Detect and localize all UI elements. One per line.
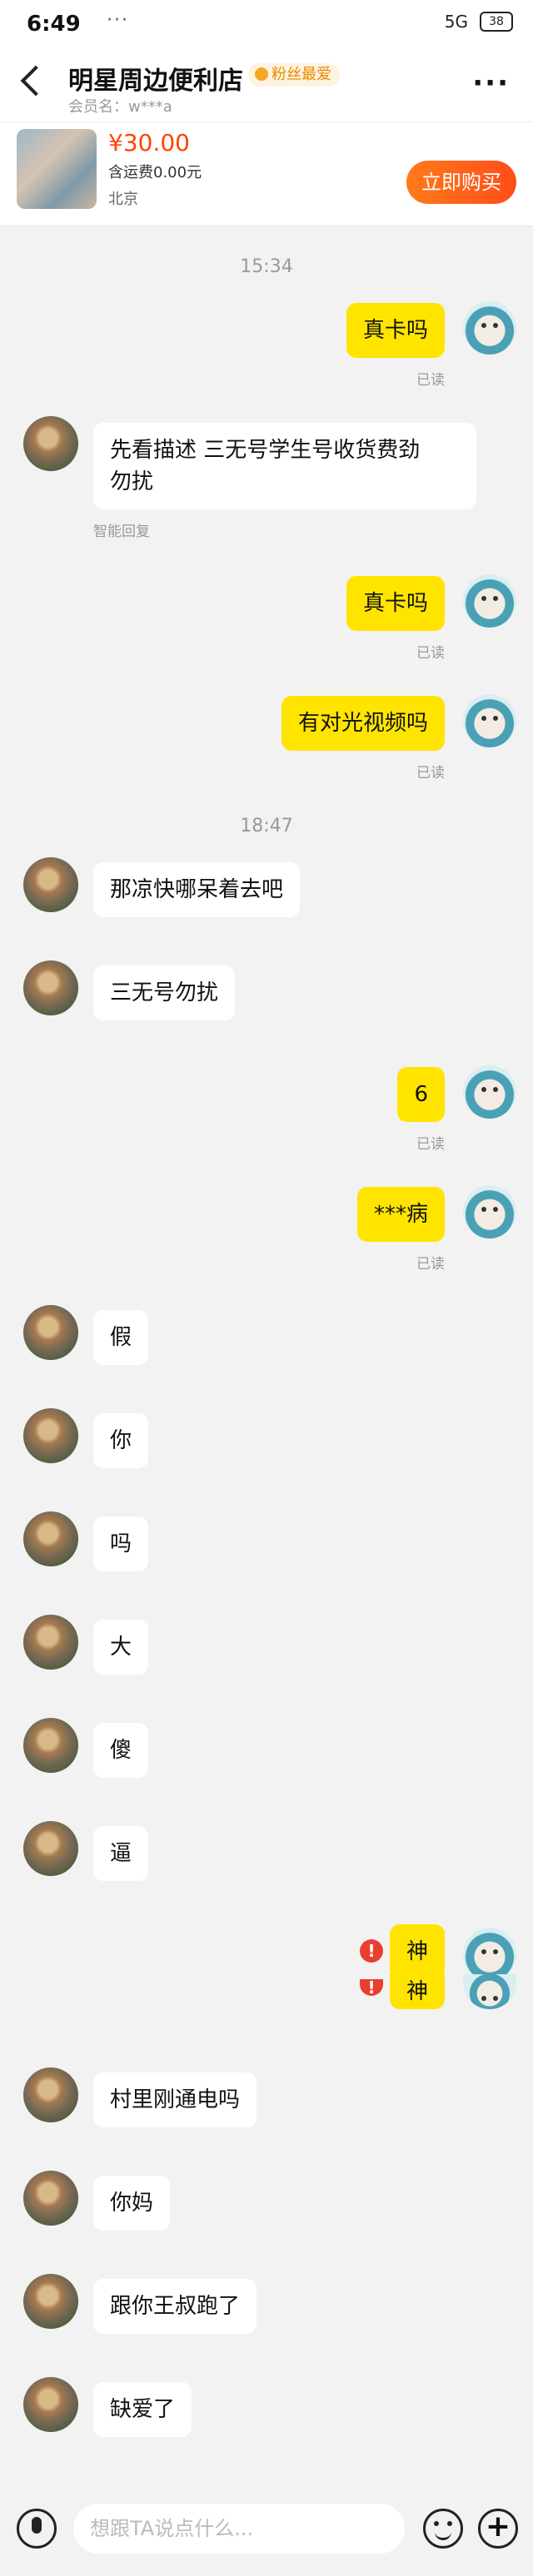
seller-avatar[interactable]	[23, 1718, 78, 1773]
seller-avatar[interactable]	[23, 2274, 78, 2329]
my-avatar[interactable]	[463, 1928, 516, 1981]
network-icon: 5G	[444, 12, 468, 32]
message-bubble-received[interactable]: 傻	[93, 1723, 149, 1778]
battery-icon: 38	[480, 12, 513, 32]
my-avatar[interactable]	[463, 1974, 516, 2009]
message-bubble-received[interactable]: 村里刚通电吗	[93, 2072, 257, 2127]
product-image[interactable]	[17, 129, 97, 209]
message-bubble-received[interactable]: 假	[93, 1310, 149, 1365]
message-input[interactable]	[73, 2504, 405, 2554]
product-card[interactable]: ¥30.00 含运费0.00元 北京 立即购买	[0, 122, 533, 226]
status-bar: 6:49 ··· 5G 38	[0, 0, 533, 52]
message-bubble-received[interactable]: 你	[93, 1413, 149, 1468]
message-bubble-sent[interactable]: ***病	[356, 1187, 445, 1242]
message-bubble-sent[interactable]: 神	[389, 1974, 445, 2009]
seller-avatar[interactable]	[23, 1408, 78, 1463]
emoji-icon[interactable]	[423, 2509, 463, 2549]
chat-header: 明星周边便利店 粉丝最爱 会员名：w***a ···	[0, 52, 533, 122]
plus-icon[interactable]: +	[478, 2509, 518, 2549]
chat-input-bar: +	[0, 2489, 533, 2576]
product-location: 北京	[108, 191, 138, 208]
timestamp: 15:34	[240, 256, 293, 277]
my-avatar[interactable]	[463, 301, 516, 355]
clock: 6:49	[27, 12, 81, 37]
message-bubble-received[interactable]: 吗	[93, 1516, 149, 1571]
product-price: ¥30.00	[108, 129, 190, 156]
system-indicators: 5G 38	[445, 12, 513, 32]
message-bubble-received[interactable]: 你妈	[93, 2176, 171, 2231]
message-bubble-received[interactable]: 三无号勿扰	[93, 965, 236, 1020]
message-bubble-received[interactable]: 大	[93, 1620, 149, 1675]
message-bubble-sent[interactable]: 6	[397, 1067, 445, 1122]
read-receipt: 已读	[416, 372, 445, 389]
my-avatar[interactable]	[463, 1185, 516, 1238]
read-receipt: 已读	[416, 1136, 445, 1153]
buy-now-button[interactable]: 立即购买	[406, 161, 516, 204]
auto-reply-tag: 智能回复	[93, 524, 150, 540]
message-bubble-received[interactable]: 那凉快哪呆着去吧	[93, 862, 301, 917]
notification-icons: ···	[107, 10, 129, 31]
shipping-fee: 含运费0.00元	[108, 164, 202, 181]
shop-title: 明星周边便利店	[68, 67, 243, 96]
message-bubble-sent[interactable]: 真卡吗	[346, 303, 445, 358]
seller-avatar[interactable]	[23, 1615, 78, 1670]
message-bubble-sent[interactable]: 真卡吗	[346, 576, 445, 631]
send-failed-icon[interactable]: !	[360, 1979, 383, 1996]
seller-avatar[interactable]	[23, 1511, 78, 1566]
timestamp: 18:47	[240, 816, 293, 836]
message-bubble-sent[interactable]: 有对光视频吗	[281, 696, 445, 751]
my-avatar[interactable]	[463, 574, 516, 628]
message-bubble-sent[interactable]: 神	[389, 1924, 445, 1979]
microphone-icon[interactable]	[17, 2509, 57, 2549]
seller-avatar[interactable]	[23, 2067, 78, 2122]
message-bubble-received[interactable]: 先看描述 三无号学生号收货费劲 勿扰	[93, 423, 476, 509]
message-bubble-received[interactable]: 逼	[93, 1826, 149, 1881]
read-receipt: 已读	[416, 1256, 445, 1273]
fan-badge: 粉丝最爱	[248, 63, 340, 87]
seller-avatar[interactable]	[23, 960, 78, 1015]
send-failed-icon[interactable]: !	[360, 1939, 383, 1963]
back-arrow-icon[interactable]	[20, 65, 52, 97]
seller-avatar[interactable]	[23, 1821, 78, 1876]
seller-avatar[interactable]	[23, 2377, 78, 2432]
my-avatar[interactable]	[463, 1065, 516, 1119]
more-options-icon[interactable]: ···	[472, 67, 510, 100]
fan-badge-label: 粉丝最爱	[271, 66, 331, 83]
seller-avatar[interactable]	[23, 857, 78, 912]
member-name: 会员名：w***a	[68, 98, 172, 116]
badge-icon	[255, 67, 268, 81]
my-avatar[interactable]	[463, 694, 516, 747]
message-bubble-received[interactable]: 跟你王叔跑了	[93, 2279, 257, 2334]
seller-avatar[interactable]	[23, 1305, 78, 1360]
seller-avatar[interactable]	[23, 2171, 78, 2226]
message-bubble-received[interactable]: 缺爱了	[93, 2382, 192, 2437]
read-receipt: 已读	[416, 645, 445, 662]
read-receipt: 已读	[416, 765, 445, 782]
seller-avatar[interactable]	[23, 416, 78, 471]
